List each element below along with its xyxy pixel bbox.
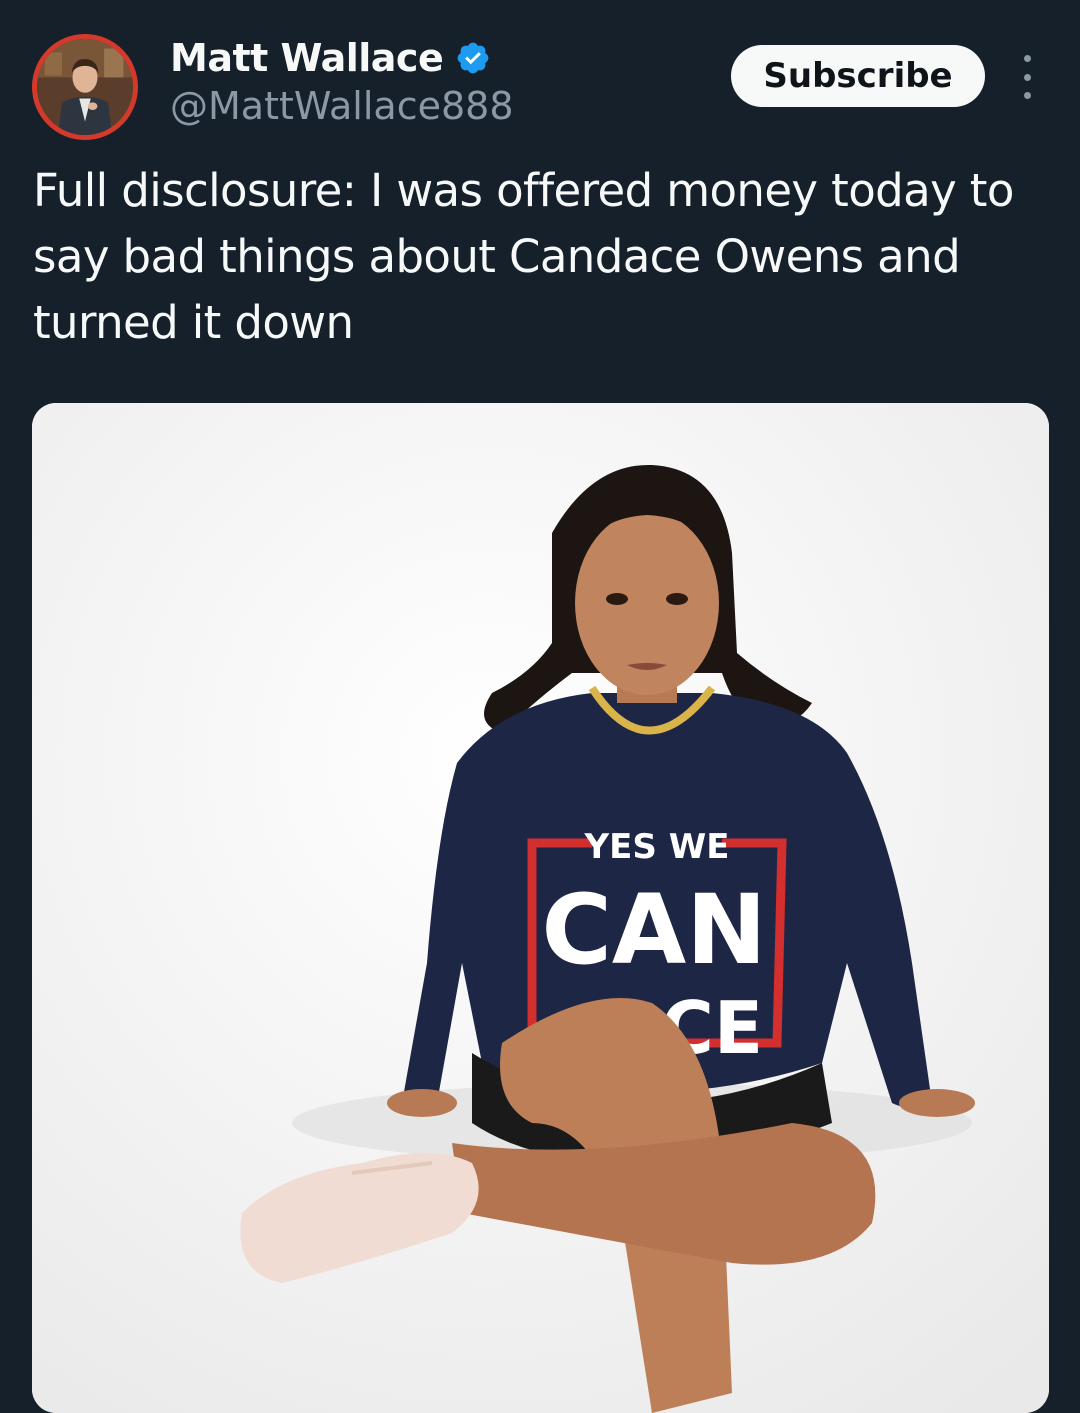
author-name-row[interactable]: Matt Wallace [170, 36, 491, 80]
more-dot [1023, 73, 1031, 81]
author-handle[interactable]: @MattWallace888 [170, 84, 514, 128]
tweet-text: Full disclosure: I was offered money tod… [33, 164, 1014, 349]
more-dot [1023, 92, 1031, 99]
shirt-text-main: CAN [541, 874, 766, 986]
avatar[interactable] [32, 34, 138, 140]
display-name[interactable]: Matt Wallace [170, 36, 444, 80]
subscribe-button[interactable]: Subscribe [731, 45, 985, 107]
tweet: Matt Wallace @MattWallace888 Subscribe F… [0, 0, 1080, 1413]
more-options-icon[interactable] [1010, 55, 1044, 99]
more-dot [1023, 55, 1031, 62]
tweet-media-photo[interactable]: YES WE CAN CE [32, 403, 1049, 1413]
shirt-text-top: YES WE [584, 827, 730, 867]
verified-badge-icon [455, 40, 491, 76]
avatar-photo [37, 39, 133, 135]
